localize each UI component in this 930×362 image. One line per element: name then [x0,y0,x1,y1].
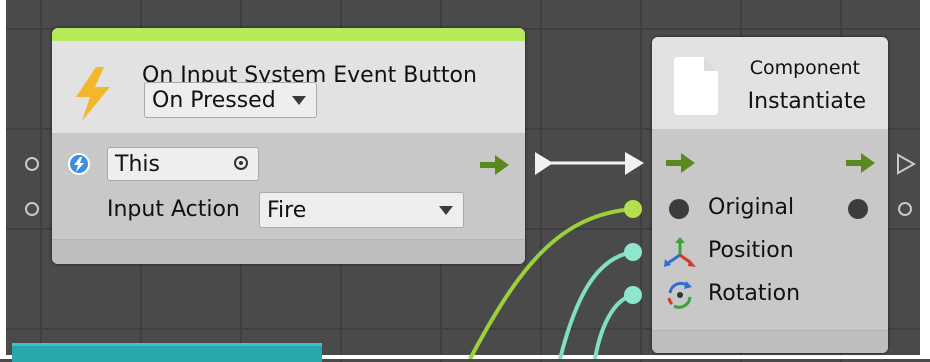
control-flow-wire-start-arrow [535,152,553,175]
control-flow-wire-end-arrow [625,152,644,175]
filled-dot-icon [669,199,689,219]
node-name-label: Instantiate [747,89,866,114]
target-object-value: This [115,151,160,177]
rotate-icon [667,281,692,309]
chevron-down-icon [292,96,306,105]
event-node-accent-bar [52,28,525,41]
flow-in-arrow-icon[interactable] [666,153,696,173]
port-position-connector [624,243,642,261]
port-rotation-label: Rotation [708,281,801,306]
target-picker-icon[interactable] [234,156,248,170]
event-flow-in-port[interactable] [25,157,39,171]
event-mode-value: On Pressed [152,87,276,113]
move-axes-icon [664,237,696,267]
input-action-value: Fire [267,197,307,223]
target-object-field[interactable]: This [107,147,259,181]
input-action-dropdown[interactable]: Fire [259,192,464,228]
component-value-out-port[interactable] [898,202,912,216]
chevron-down-icon [439,206,453,215]
event-mode-dropdown[interactable]: On Pressed [144,82,317,118]
port-rotation-connector [624,286,642,304]
node-kind-label: Component [749,57,860,79]
lightning-icon [76,67,110,121]
event-node-header: On Input System Event Button On Pressed [52,41,525,133]
input-action-label: Input Action [107,197,240,222]
port-original-connector [624,200,642,218]
document-icon [674,57,718,115]
event-node-footer [52,239,525,264]
port-original-label: Original [708,195,795,220]
wire-rotation [593,293,634,359]
event-node[interactable]: On Input System Event Button On Pressed … [52,28,525,264]
event-node-body: This Input Action Fire [52,133,525,247]
instantiate-node-footer [652,330,888,353]
instantiate-node-header: Component Instantiate [652,37,888,129]
event-value-in-port[interactable] [25,202,39,216]
instantiate-node-body: Original Position Rotation [652,129,888,353]
bolt-badge-icon [68,153,90,175]
component-flow-out-port[interactable] [896,153,916,175]
instantiate-node[interactable]: Component Instantiate Original Position [652,37,888,353]
event-flow-out-arrow-icon[interactable] [480,155,510,175]
flow-out-arrow-icon[interactable] [846,153,876,173]
port-position-label: Position [708,238,794,263]
output-dot-icon[interactable] [848,199,868,219]
